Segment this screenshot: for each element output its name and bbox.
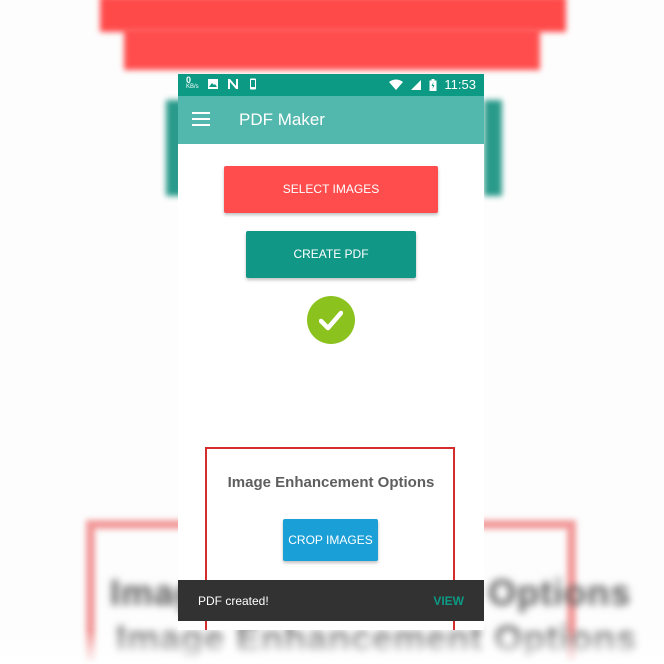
blurred-app-bar-right	[484, 100, 502, 196]
bottom-fade	[0, 630, 664, 664]
blurred-select-button-lower	[124, 28, 540, 70]
wifi-icon	[389, 79, 404, 90]
snackbar-message: PDF created!	[198, 594, 269, 608]
net-speed-indicator: 0 KB/s	[186, 75, 199, 91]
clock: 11:53	[444, 77, 476, 92]
hamburger-menu-icon[interactable]	[192, 112, 210, 126]
crop-images-button[interactable]: CROP IMAGES	[283, 519, 378, 561]
battery-icon	[429, 78, 437, 91]
enhancement-title: Image Enhancement Options	[227, 474, 435, 491]
check-circle-icon	[307, 296, 355, 344]
status-left-icons: 0 KB/s	[186, 75, 259, 91]
phone-icon	[249, 78, 256, 90]
status-right-icons: 11:53	[389, 77, 476, 92]
status-bar: 0 KB/s 11:53	[178, 74, 484, 96]
signal-icon	[411, 79, 422, 90]
create-pdf-button[interactable]: CREATE PDF	[246, 231, 416, 278]
phone-screen: 0 KB/s 11:53 PDF Maker SELECT IMAGES CRE…	[178, 74, 484, 630]
snackbar-view-button[interactable]: VIEW	[433, 594, 464, 608]
app-title: PDF Maker	[239, 110, 325, 129]
checkmark-icon	[319, 310, 343, 331]
snackbar: PDF created! VIEW	[178, 580, 484, 621]
image-icon	[207, 79, 218, 89]
select-images-button[interactable]: SELECT IMAGES	[224, 166, 438, 213]
n-icon	[227, 79, 238, 89]
app-bar: PDF Maker	[178, 96, 484, 144]
net-speed-unit: KB/s	[186, 84, 199, 90]
net-speed-value: 0	[186, 75, 192, 85]
